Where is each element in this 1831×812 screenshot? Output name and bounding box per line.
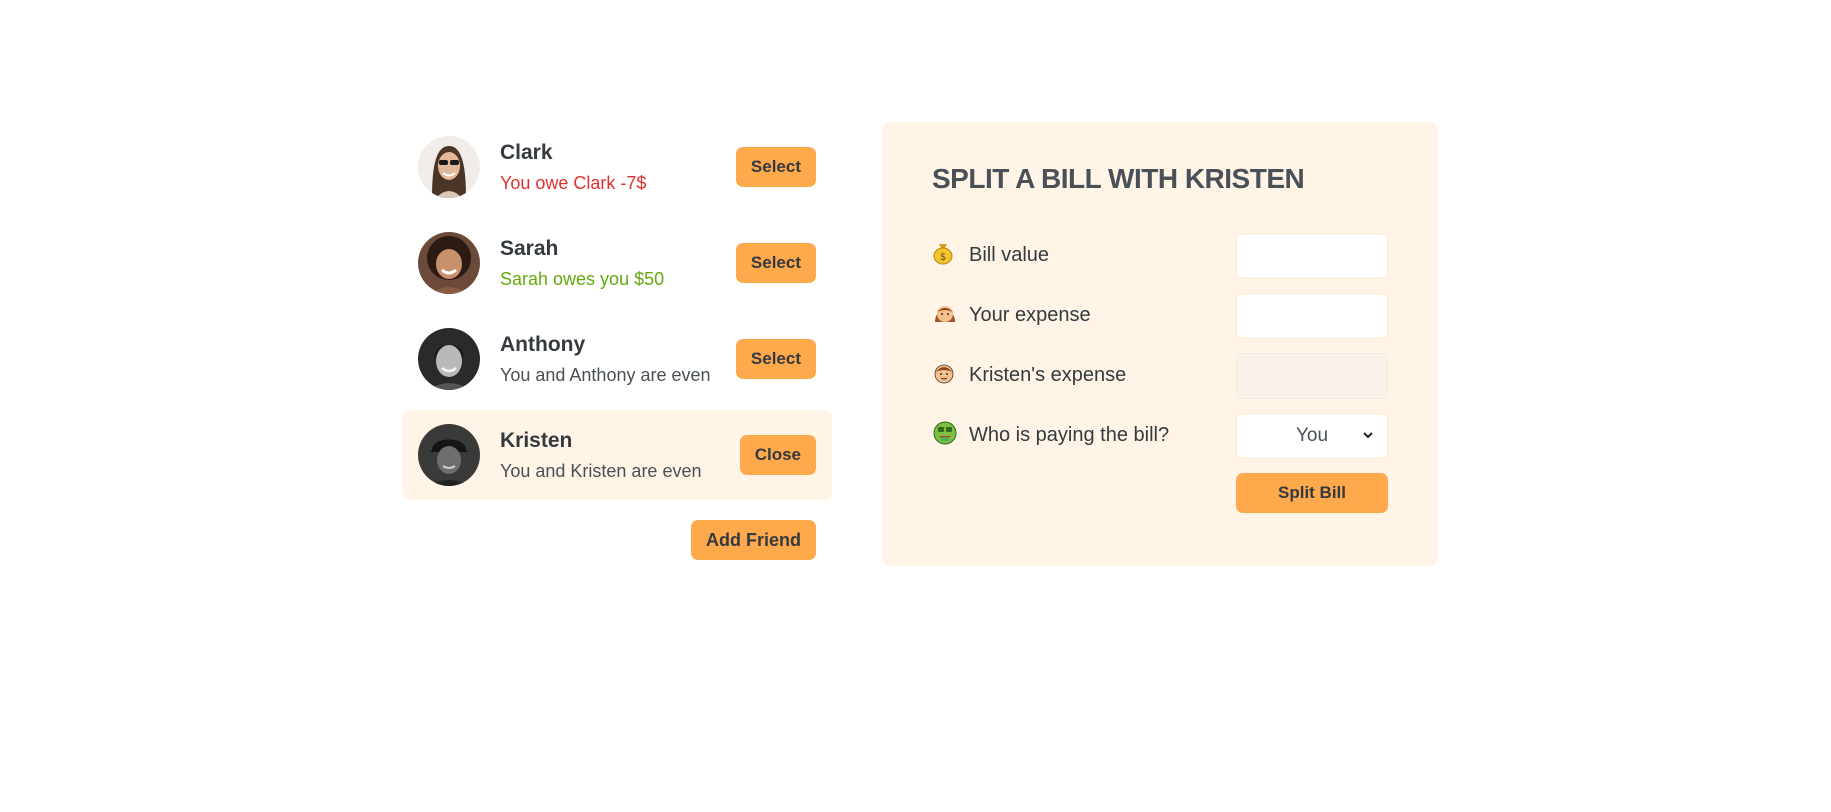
friend-info: Anthony You and Anthony are even [500, 333, 736, 386]
avatar [418, 328, 480, 390]
friend-balance-status: Sarah owes you $50 [500, 268, 665, 289]
bill-value-row: $ Bill value [932, 232, 1388, 279]
add-friend-row: Add Friend [402, 520, 832, 560]
bill-value-input[interactable] [1236, 232, 1388, 279]
avatar [418, 136, 480, 198]
friend-item-clark: Clark You owe Clark -7$ Select [402, 122, 832, 212]
add-friend-button[interactable]: Add Friend [691, 520, 816, 560]
friend-name: Kristen [500, 428, 573, 452]
friend-info: Clark You owe Clark -7$ [500, 141, 736, 194]
friend-item-kristen: Kristen You and Kristen are even Close [402, 410, 832, 500]
avatar [418, 424, 480, 486]
app-layout: Clark You owe Clark -7$ Select Sarah Sar… [402, 122, 1438, 566]
bill-value-label: $ Bill value [932, 241, 1236, 271]
your-expense-row: Your expense [932, 292, 1388, 339]
friend-expense-label: Kristen's expense [932, 361, 1236, 391]
friend-info: Sarah Sarah owes you $50 [500, 237, 736, 290]
payer-row: Who is paying the bill? You [932, 412, 1388, 459]
friend-balance-status: You and Kristen are even [500, 460, 702, 481]
friend-item-sarah: Sarah Sarah owes you $50 Select [402, 218, 832, 308]
submit-row: Split Bill [932, 472, 1388, 513]
split-bill-button[interactable]: Split Bill [1236, 472, 1388, 513]
split-bill-form: SPLIT A BILL WITH KRISTEN $ Bill value Y… [882, 122, 1438, 566]
friend-expense-input [1236, 352, 1388, 399]
your-expense-text: Your expense [969, 304, 1091, 327]
money-bag-icon: $ [932, 241, 958, 271]
friend-name: Clark [500, 140, 553, 164]
payer-label: Who is paying the bill? [932, 420, 1236, 452]
payer-select[interactable]: You [1236, 412, 1388, 459]
your-expense-input[interactable] [1236, 292, 1388, 339]
payer-text: Who is paying the bill? [969, 424, 1170, 447]
money-mouth-face-icon [932, 420, 958, 452]
select-clark-button[interactable]: Select [735, 147, 816, 187]
friend-balance-status: You owe Clark -7$ [500, 172, 647, 193]
close-kristen-button[interactable]: Close [739, 435, 816, 475]
woman-icon [932, 300, 958, 332]
friend-name: Anthony [500, 332, 586, 356]
friend-expense-text: Kristen's expense [969, 364, 1127, 387]
avatar [418, 232, 480, 294]
your-expense-label: Your expense [932, 300, 1236, 332]
bill-value-text: Bill value [969, 244, 1050, 267]
chevron-down-icon [1363, 432, 1373, 439]
friend-info: Kristen You and Kristen are even [500, 429, 740, 482]
friend-balance-status: You and Anthony are even [500, 364, 711, 385]
friend-item-anthony: Anthony You and Anthony are even Select [402, 314, 832, 404]
select-sarah-button[interactable]: Select [735, 243, 816, 283]
friends-list: Clark You owe Clark -7$ Select Sarah Sar… [402, 122, 832, 500]
boy-icon [932, 361, 958, 391]
friends-sidebar: Clark You owe Clark -7$ Select Sarah Sar… [402, 122, 832, 560]
svg-text:$: $ [940, 252, 946, 263]
friend-name: Sarah [500, 236, 559, 260]
select-anthony-button[interactable]: Select [735, 339, 816, 379]
form-title: SPLIT A BILL WITH KRISTEN [932, 163, 1305, 194]
friend-expense-row: Kristen's expense [932, 352, 1388, 399]
